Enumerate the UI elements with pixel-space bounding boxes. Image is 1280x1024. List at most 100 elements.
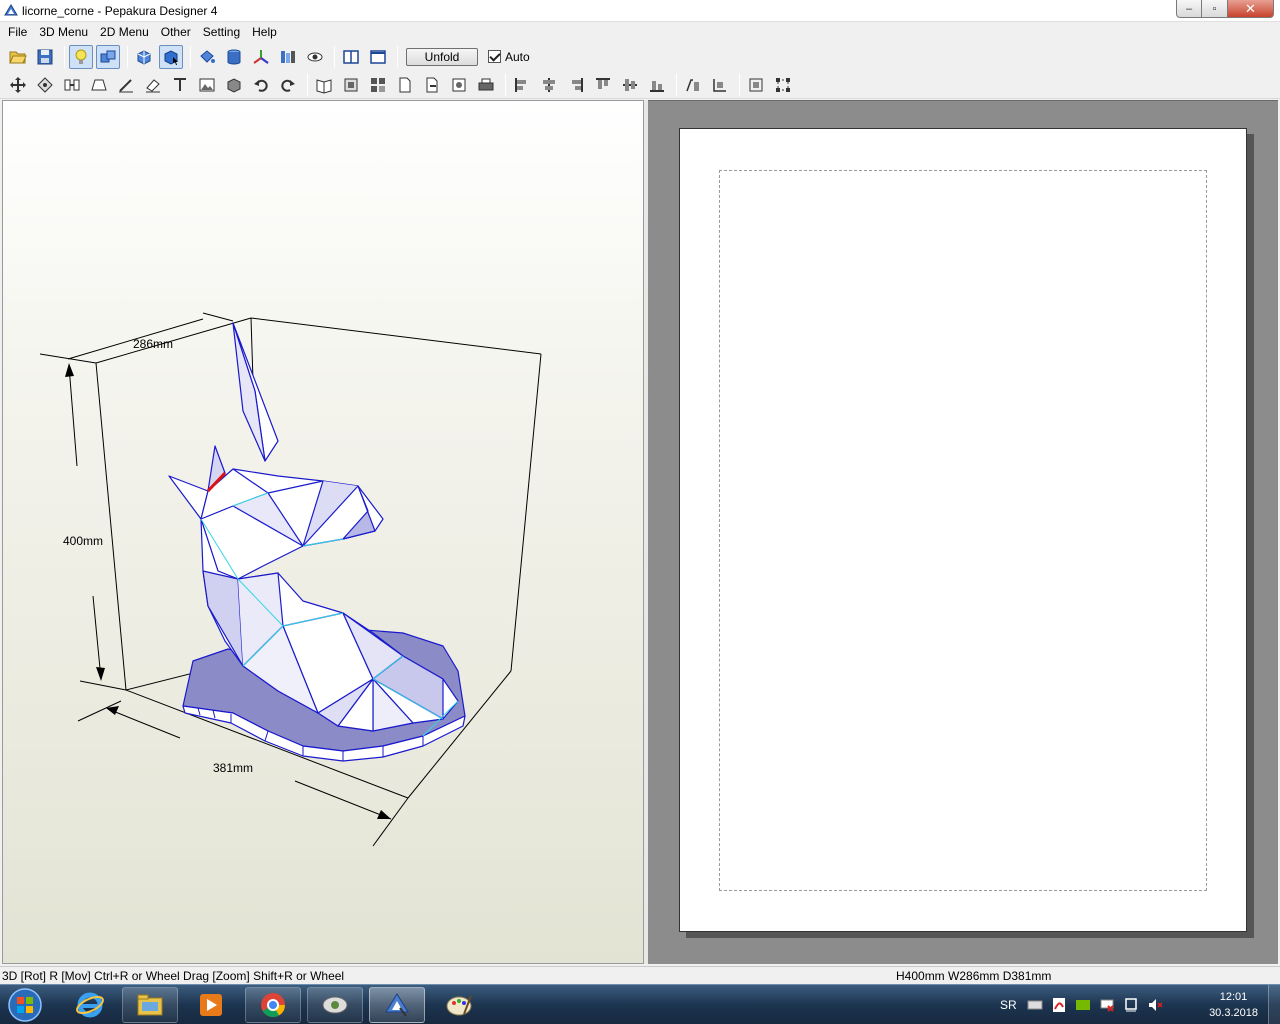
clock[interactable]: 12:01 30.3.2018 <box>1209 989 1258 1021</box>
rotate-parts-button[interactable] <box>33 73 57 97</box>
image-icon <box>199 78 215 91</box>
show-desktop-button[interactable] <box>1268 985 1280 1024</box>
single-view-button[interactable] <box>366 45 390 69</box>
fit-button[interactable] <box>744 73 768 97</box>
box-button[interactable] <box>222 73 246 97</box>
paint-button[interactable] <box>195 45 219 69</box>
eraser-button[interactable] <box>141 73 165 97</box>
action-center-icon[interactable] <box>1123 997 1139 1013</box>
auto-label: Auto <box>505 49 530 64</box>
volume-muted-icon[interactable] <box>1147 997 1163 1013</box>
taskbar-ie[interactable] <box>62 987 118 1023</box>
menu-3d[interactable]: 3D Menu <box>33 22 94 42</box>
selection-button[interactable] <box>771 73 795 97</box>
fold-line-button[interactable] <box>114 73 138 97</box>
pdf-icon[interactable] <box>1051 997 1067 1013</box>
pepakura-icon <box>385 993 409 1017</box>
lightbulb-icon <box>75 49 87 64</box>
distribute-vertical-icon <box>713 78 726 92</box>
auto-checkbox-group[interactable]: Auto <box>488 50 530 64</box>
move-arrows-icon <box>10 76 26 93</box>
menu-help[interactable]: Help <box>246 22 283 42</box>
move-parts-button[interactable] <box>6 73 30 97</box>
select-face-button[interactable] <box>159 44 183 69</box>
grid-button[interactable] <box>366 73 390 97</box>
align-right-icon <box>572 77 583 92</box>
align-top-button[interactable] <box>591 73 615 97</box>
cylinder-icon <box>227 49 241 64</box>
pepakura-app-icon <box>4 4 18 16</box>
menu-bar: File 3D Menu 2D Menu Other Setting Help <box>0 22 1280 42</box>
undo-button[interactable] <box>249 73 273 97</box>
taskbar-paint[interactable] <box>431 987 487 1023</box>
unicorn-model[interactable] <box>168 322 466 762</box>
axis-button[interactable] <box>249 45 273 69</box>
language-indicator[interactable]: SR <box>1000 998 1017 1012</box>
save-button[interactable] <box>33 45 57 69</box>
maximize-button[interactable]: ▫ <box>1202 0 1228 18</box>
page-export-button[interactable] <box>420 73 444 97</box>
menu-setting[interactable]: Setting <box>197 22 246 42</box>
rotate-model-button[interactable] <box>132 45 156 69</box>
taskbar-explorer[interactable] <box>122 987 178 1023</box>
image-button[interactable] <box>195 73 219 97</box>
taskbar-pepakura[interactable] <box>369 987 425 1023</box>
arrange-button[interactable] <box>339 73 363 97</box>
menu-2d[interactable]: 2D Menu <box>94 22 155 42</box>
print-preview-button[interactable] <box>447 73 471 97</box>
split-view-button[interactable] <box>339 45 363 69</box>
minimize-button[interactable]: – <box>1176 0 1202 18</box>
cubes-icon <box>100 50 116 62</box>
taskbar-app-eye[interactable] <box>307 987 363 1023</box>
auto-checkbox[interactable] <box>488 50 501 63</box>
keyboard-icon[interactable] <box>1027 997 1043 1013</box>
window-icon <box>370 49 386 64</box>
start-button[interactable] <box>4 986 46 1024</box>
light-toggle-button[interactable] <box>69 44 93 69</box>
clock-date: 30.3.2018 <box>1209 1007 1258 1019</box>
3d-model-canvas[interactable]: 286mm 400mm 381mm <box>3 101 645 965</box>
align-left-button[interactable] <box>510 73 534 97</box>
distribute-h-button[interactable] <box>681 73 705 97</box>
text-icon <box>174 77 186 91</box>
eraser-icon <box>146 78 160 92</box>
print-button[interactable] <box>474 73 498 97</box>
unfold-book-button[interactable] <box>312 73 336 97</box>
taskbar-chrome[interactable] <box>245 987 301 1023</box>
align-middle-button[interactable] <box>618 73 642 97</box>
open-button[interactable] <box>6 45 30 69</box>
distribute-v-button[interactable] <box>708 73 732 97</box>
folder-icon <box>137 994 163 1016</box>
rotate-diamond-icon <box>37 76 53 93</box>
menu-file[interactable]: File <box>2 22 33 42</box>
redo-icon <box>281 79 295 92</box>
text-button[interactable] <box>168 73 192 97</box>
redo-button[interactable] <box>276 73 300 97</box>
flaps-button[interactable] <box>276 45 300 69</box>
align-bottom-button[interactable] <box>645 73 669 97</box>
3d-view[interactable]: 286mm 400mm 381mm <box>2 100 644 964</box>
toolbar-separator <box>307 73 308 96</box>
distribute-horizontal-icon <box>686 78 699 91</box>
align-center-button[interactable] <box>537 73 561 97</box>
align-bottom-icon <box>650 80 664 92</box>
cylinder-button[interactable] <box>222 45 246 69</box>
eye-app-icon <box>322 996 348 1014</box>
unfold-button[interactable]: Unfold <box>406 47 478 66</box>
arrange-icon <box>344 78 358 91</box>
nvidia-icon[interactable] <box>1075 997 1091 1013</box>
width-dimension-label: 286mm <box>133 337 173 351</box>
align-right-button[interactable] <box>564 73 588 97</box>
toolbar-separator <box>64 45 65 68</box>
page-icon <box>399 77 411 92</box>
flap-edit-button[interactable] <box>87 73 111 97</box>
menu-other[interactable]: Other <box>155 22 197 42</box>
join-edges-button[interactable] <box>60 73 84 97</box>
texture-toggle-button[interactable] <box>96 44 120 69</box>
close-button[interactable]: ✕ <box>1228 0 1274 18</box>
align-center-icon <box>543 77 555 92</box>
network-warning-icon[interactable] <box>1099 997 1115 1013</box>
view-button[interactable] <box>303 45 327 69</box>
taskbar-media-player[interactable] <box>183 987 239 1023</box>
page-number-button[interactable] <box>393 73 417 97</box>
